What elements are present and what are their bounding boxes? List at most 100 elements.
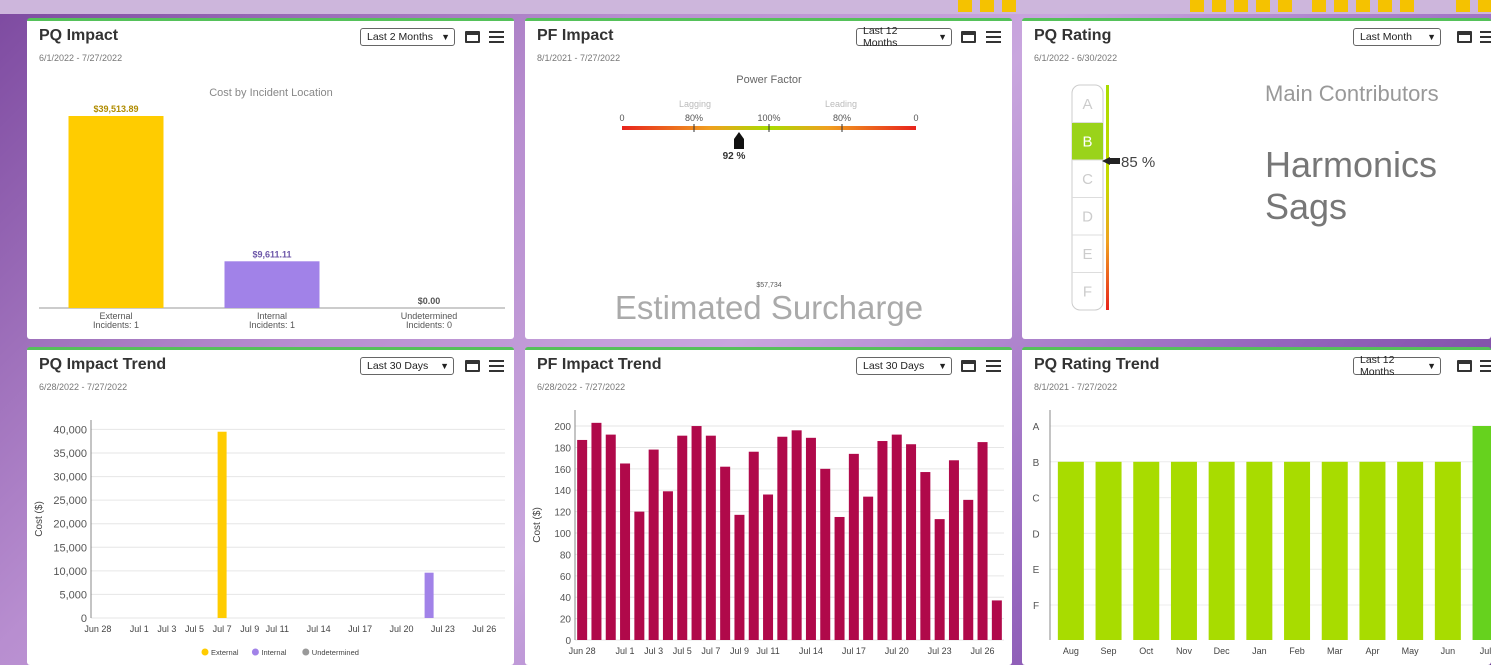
- bar[interactable]: [906, 444, 917, 640]
- bar[interactable]: [577, 439, 588, 640]
- contributor-2: Sags: [1265, 186, 1347, 227]
- bar[interactable]: [705, 435, 716, 640]
- bar[interactable]: [1133, 461, 1160, 640]
- bar[interactable]: [634, 511, 645, 640]
- y-tick-label: 5,000: [59, 589, 87, 601]
- bar[interactable]: [648, 449, 659, 640]
- pq-impact-trend-chart: 05,00010,00015,00020,00025,00030,00035,0…: [34, 420, 505, 657]
- bar[interactable]: [677, 435, 688, 640]
- y-tick-label: A: [1033, 422, 1040, 433]
- bar[interactable]: [1359, 461, 1386, 640]
- y-tick-label: 40,000: [53, 424, 87, 436]
- y-tick-label: 20,000: [53, 519, 87, 531]
- grade-label: F: [1083, 284, 1092, 301]
- x-tick-label: Jul 5: [185, 624, 204, 634]
- chart-title: Cost by Incident Location: [209, 87, 333, 99]
- bar[interactable]: [920, 472, 931, 640]
- rating-value-label: 85 %: [1121, 154, 1155, 171]
- power-factor-gauge: Power Factor Lagging Leading 0 80% 100% 80%…: [615, 74, 923, 326]
- x-tick-label: Oct: [1139, 646, 1154, 656]
- bar[interactable]: [1434, 461, 1461, 640]
- bar[interactable]: [734, 514, 745, 640]
- bar[interactable]: [1246, 461, 1273, 640]
- bar[interactable]: [963, 499, 974, 640]
- bar[interactable]: [1321, 461, 1348, 640]
- leading-label: Leading: [825, 99, 857, 109]
- gauge-title: Power Factor: [736, 74, 802, 86]
- bar[interactable]: [848, 453, 859, 640]
- bar[interactable]: [934, 519, 945, 640]
- bar[interactable]: [991, 600, 1002, 640]
- category-label: Incidents: 1: [249, 320, 295, 330]
- pq-rating-trend-chart: A B C D E F Aug Sep Oct Nov Dec Jan Feb Mar Apr May Jun J…: [1032, 410, 1491, 656]
- bar[interactable]: [424, 572, 434, 618]
- bar[interactable]: [891, 434, 902, 640]
- x-tick-label: Jul 11: [266, 624, 289, 634]
- bar[interactable]: [877, 441, 888, 640]
- x-tick-label: Nov: [1176, 646, 1193, 656]
- x-tick-label: Jul 5: [673, 646, 692, 656]
- bar[interactable]: [620, 463, 631, 640]
- rating-scale: ABCDEF 85 % Main Contributors Harmonics …: [1071, 81, 1439, 311]
- y-tick-label: 80: [560, 550, 572, 561]
- gauge-tick-label: 0: [913, 113, 918, 123]
- bar[interactable]: [977, 442, 988, 640]
- bar[interactable]: [805, 437, 816, 640]
- bar[interactable]: [720, 466, 731, 640]
- y-tick-label: 60: [560, 572, 572, 583]
- bar[interactable]: [68, 116, 164, 308]
- legend-dot-icon: [302, 648, 310, 656]
- y-tick-label: 140: [554, 486, 571, 497]
- x-tick-label: Jul 17: [348, 624, 372, 634]
- x-tick-label: Feb: [1289, 646, 1305, 656]
- bar[interactable]: [1472, 426, 1491, 640]
- bar[interactable]: [1057, 461, 1084, 640]
- bar[interactable]: [763, 494, 774, 640]
- bar[interactable]: [662, 491, 673, 640]
- surcharge-label: Estimated Surcharge: [615, 289, 923, 326]
- y-axis-label: Cost ($): [34, 501, 45, 537]
- pf-value-label: 92 %: [723, 151, 746, 162]
- y-tick-label: 160: [554, 465, 571, 476]
- grade-label: B: [1082, 134, 1092, 151]
- bar[interactable]: [1397, 461, 1424, 640]
- bar[interactable]: [591, 422, 602, 640]
- bar[interactable]: [1095, 461, 1122, 640]
- bar[interactable]: [217, 431, 227, 618]
- x-tick-label: Jun: [1441, 646, 1456, 656]
- x-tick-label: Jul 14: [307, 624, 331, 634]
- category-label: Incidents: 1: [93, 320, 139, 330]
- data-label: $9,611.11: [252, 249, 291, 259]
- bar[interactable]: [1208, 461, 1235, 640]
- bar[interactable]: [1284, 461, 1311, 640]
- pf-impact-trend-panel: PF Impact Trend 6/28/2022 - 7/27/2022 La…: [525, 347, 1012, 665]
- pq-impact-panel: PQ Impact 6/1/2022 - 7/27/2022 Last 2 Mo…: [27, 18, 514, 339]
- x-tick-label: Jul 23: [928, 646, 952, 656]
- bar[interactable]: [605, 434, 616, 640]
- y-tick-label: 30,000: [53, 472, 87, 484]
- bar[interactable]: [224, 261, 320, 308]
- y-axis-label: Cost ($): [532, 507, 543, 543]
- grade-label: E: [1082, 246, 1092, 263]
- grade-label: D: [1082, 209, 1093, 226]
- bar[interactable]: [748, 451, 759, 640]
- x-tick-label: Jul 7: [213, 624, 232, 634]
- bar[interactable]: [777, 436, 788, 640]
- bar[interactable]: [820, 468, 831, 640]
- y-tick-label: 200: [554, 422, 571, 433]
- legend-label: External: [211, 648, 239, 657]
- x-tick-label: Jul 14: [799, 646, 823, 656]
- bar[interactable]: [834, 516, 845, 640]
- pq-rating-trend-panel: PQ Rating Trend 8/1/2021 - 7/27/2022 Las…: [1022, 347, 1491, 665]
- y-tick-label: B: [1033, 458, 1040, 469]
- y-tick-label: 35,000: [53, 448, 87, 460]
- bar[interactable]: [691, 426, 702, 640]
- bar[interactable]: [863, 496, 874, 640]
- bar[interactable]: [791, 430, 802, 640]
- pq-impact-trend-panel: PQ Impact Trend 6/28/2022 - 7/27/2022 La…: [27, 347, 514, 665]
- bar[interactable]: [948, 460, 959, 640]
- grade-label: A: [1082, 96, 1092, 113]
- x-tick-label: Mar: [1327, 646, 1343, 656]
- x-tick-label: Jan: [1252, 646, 1267, 656]
- bar[interactable]: [1170, 461, 1197, 640]
